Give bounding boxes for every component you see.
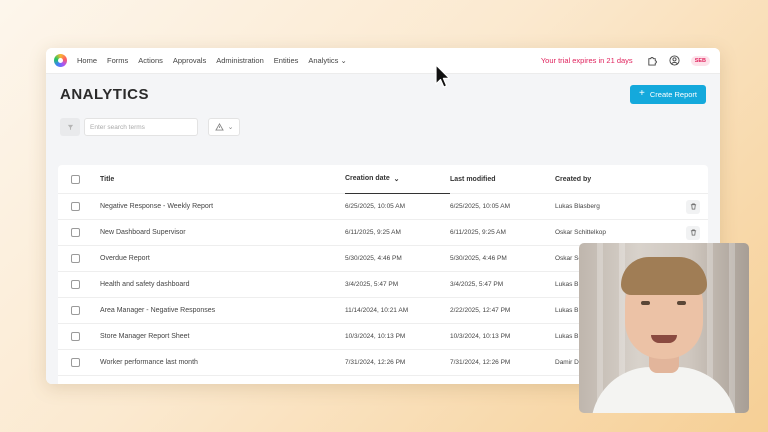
header-creation-date[interactable]: Creation date ⌄ — [345, 165, 450, 194]
row-checkbox[interactable] — [71, 358, 80, 367]
select-all-cell — [58, 174, 100, 184]
puzzle-icon[interactable] — [647, 55, 659, 67]
row-last-modified: 5/30/2025, 4:46 PM — [450, 255, 507, 262]
nav-approvals[interactable]: Approvals — [173, 56, 206, 65]
filter-row: Enter search terms ⌄ — [58, 114, 708, 140]
row-last-modified: 3/4/2025, 5:47 PM — [450, 281, 504, 288]
row-last-modified: 10/3/2024, 10:13 PM — [450, 333, 511, 340]
row-checkbox[interactable] — [71, 306, 80, 315]
row-created-by: Oskar Schittelkop — [555, 229, 606, 236]
row-last-modified: 2/22/2025, 12:47 PM — [450, 307, 511, 314]
mouse-pointer-icon — [435, 64, 451, 88]
row-creation-date: 11/14/2024, 10:21 AM — [345, 307, 409, 314]
row-title[interactable]: Worker performance last month — [100, 359, 345, 366]
user-initials-badge[interactable]: SEB — [690, 55, 710, 66]
alert-filter-dropdown[interactable]: ⌄ — [208, 118, 240, 136]
trash-icon[interactable] — [686, 225, 700, 240]
create-report-button[interactable]: + Create Report — [630, 84, 706, 104]
table-row[interactable]: Negative Response - Weekly Report 6/25/20… — [58, 194, 708, 220]
plus-icon: + — [639, 88, 645, 99]
user-circle-icon[interactable] — [669, 55, 681, 67]
nav-analytics-label: Analytics — [308, 56, 339, 65]
nav-forms[interactable]: Forms — [107, 56, 128, 65]
row-checkbox[interactable] — [71, 280, 80, 289]
row-title[interactable]: Store Manager Report Sheet — [100, 333, 345, 340]
row-last-modified: 6/25/2025, 10:05 AM — [450, 203, 510, 210]
select-all-checkbox[interactable] — [71, 174, 80, 184]
row-creation-date: 6/11/2025, 9:25 AM — [345, 229, 401, 236]
row-creation-date: 6/25/2025, 10:05 AM — [345, 203, 405, 210]
chevron-down-icon: ⌄ — [389, 175, 400, 183]
trash-icon[interactable] — [686, 199, 700, 214]
warning-icon — [214, 123, 224, 131]
app-logo-icon[interactable] — [54, 54, 67, 67]
nav-entities[interactable]: Entities — [274, 56, 299, 65]
row-title[interactable]: Overdue Report — [100, 255, 345, 262]
header-creation-date-label: Creation date — [345, 175, 390, 182]
nav-analytics[interactable]: Analytics ⌄ — [308, 56, 346, 65]
page-title: ANALYTICS — [60, 85, 149, 103]
row-creation-date: 7/31/2024, 12:26 PM — [345, 359, 406, 366]
filter-icon[interactable] — [60, 118, 80, 136]
row-last-modified: 7/31/2024, 12:26 PM — [450, 359, 511, 366]
title-row: ANALYTICS + Create Report — [58, 74, 708, 114]
row-title[interactable]: New Dashboard Supervisor — [100, 229, 345, 236]
row-checkbox[interactable] — [71, 202, 80, 211]
row-creation-date: 3/4/2025, 5:47 PM — [345, 281, 399, 288]
row-title[interactable]: Health and safety dashboard — [100, 281, 345, 288]
chevron-down-icon: ⌄ — [338, 56, 347, 65]
row-checkbox[interactable] — [71, 228, 80, 237]
header-created-by[interactable]: Created by — [555, 176, 683, 183]
row-checkbox[interactable] — [71, 254, 80, 263]
row-title[interactable]: Area Manager - Negative Responses — [100, 307, 345, 314]
header-title[interactable]: Title — [100, 176, 345, 183]
row-title[interactable]: Negative Response - Weekly Report — [100, 203, 345, 210]
nav-administration[interactable]: Administration — [216, 56, 264, 65]
webcam-overlay — [579, 243, 749, 413]
top-navigation: Home Forms Actions Approvals Administrat… — [46, 48, 720, 74]
row-checkbox[interactable] — [71, 332, 80, 341]
trial-notice[interactable]: Your trial expires in 21 days — [541, 56, 633, 65]
table-header: Title Creation date ⌄ Last modified Crea… — [58, 165, 708, 194]
row-created-by: Lukas Blasberg — [555, 203, 600, 210]
header-last-modified[interactable]: Last modified — [450, 176, 555, 183]
nav-home[interactable]: Home — [77, 56, 97, 65]
chevron-down-icon: ⌄ — [227, 124, 234, 131]
row-creation-date: 10/3/2024, 10:13 PM — [345, 333, 406, 340]
search-input[interactable]: Enter search terms — [84, 118, 198, 136]
row-creation-date: 5/30/2025, 4:46 PM — [345, 255, 402, 262]
nav-actions[interactable]: Actions — [138, 56, 163, 65]
row-last-modified: 6/11/2025, 9:25 AM — [450, 229, 506, 236]
create-report-label: Create Report — [649, 89, 697, 99]
